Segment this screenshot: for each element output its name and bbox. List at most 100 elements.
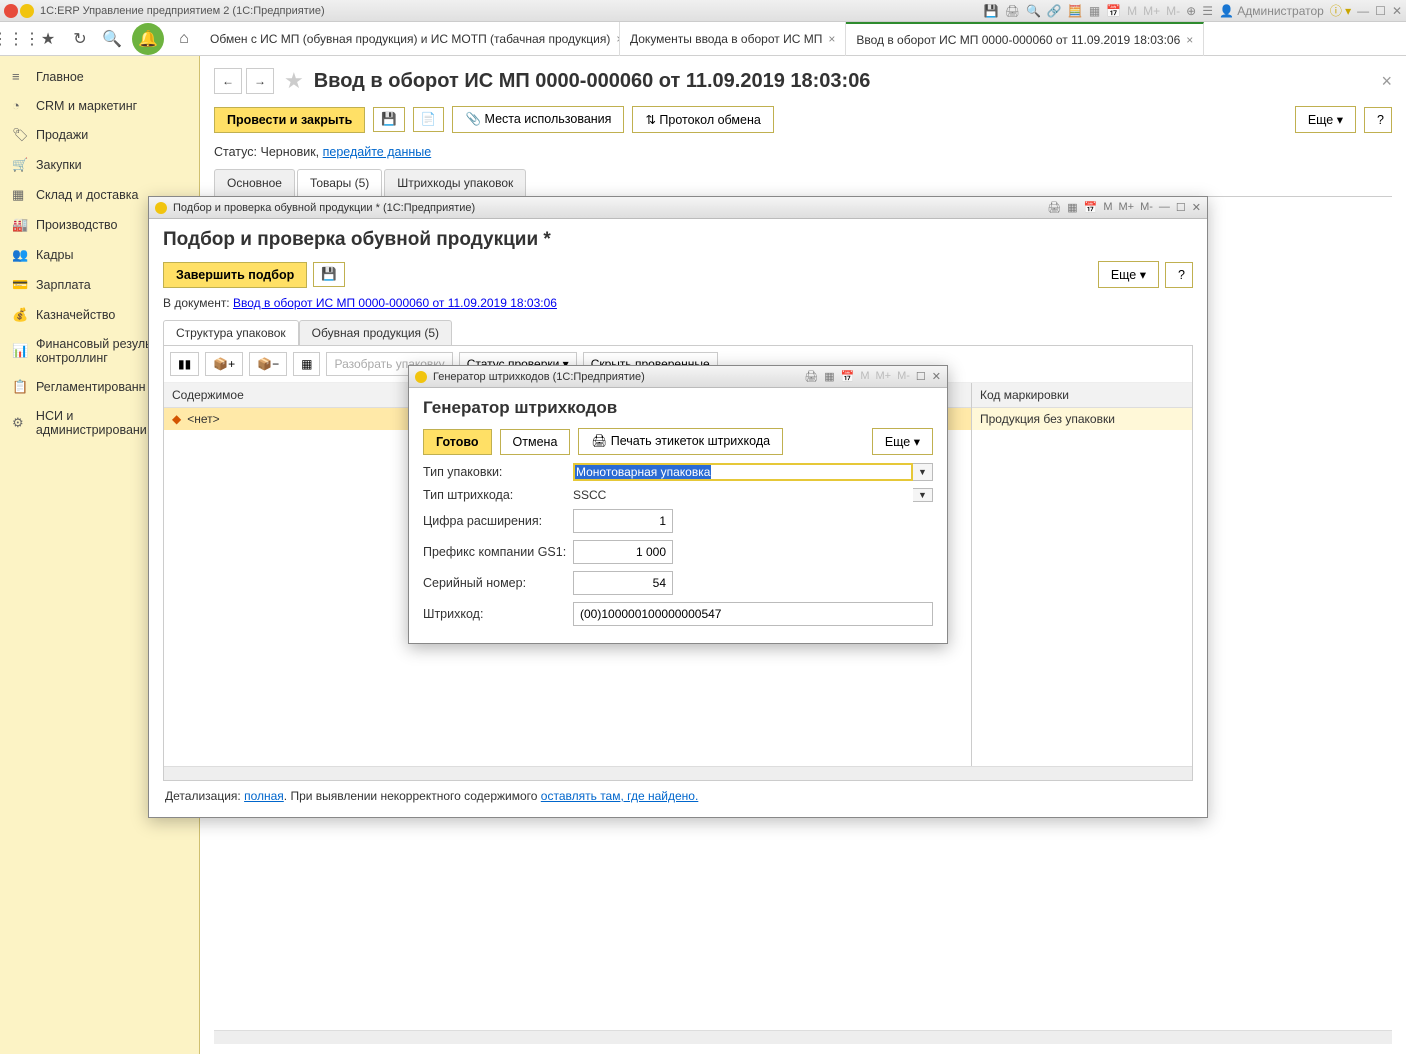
calendar-icon[interactable]: 📅 (1106, 4, 1121, 18)
maximize-icon[interactable]: ☐ (1375, 4, 1386, 18)
m-minus-icon[interactable]: M- (1166, 4, 1180, 18)
serial-input[interactable] (573, 571, 673, 595)
to-doc-link[interactable]: Ввод в оборот ИС МП 0000-000060 от 11.09… (233, 296, 557, 310)
print-icon[interactable]: 🖨 (1047, 201, 1061, 214)
picking-tab-structure[interactable]: Структура упаковок (163, 320, 299, 345)
detail-full-link[interactable]: полная (244, 789, 284, 803)
page-close-icon[interactable]: × (1381, 71, 1392, 92)
doc-tab-goods[interactable]: Товары (5) (297, 169, 382, 196)
more-button[interactable]: Еще ▾ (1295, 106, 1356, 133)
print-icon[interactable]: 🖨 (804, 370, 818, 383)
ext-digit-input[interactable] (573, 509, 673, 533)
picking-tab-shoes[interactable]: Обувная продукция (5) (299, 320, 452, 345)
nav-forward-button[interactable]: → (246, 68, 274, 94)
m-plus-icon[interactable]: M+ (875, 370, 891, 383)
tab-current[interactable]: Ввод в оборот ИС МП 0000-000060 от 11.09… (846, 22, 1204, 56)
apps-icon[interactable]: ⋮⋮⋮ (0, 23, 32, 55)
search-toolbar-icon[interactable]: 🔍 (96, 23, 128, 55)
dropdown-icon[interactable]: ▼ (913, 463, 933, 481)
print-icon[interactable]: 🖨 (1005, 4, 1020, 18)
m-plus-icon[interactable]: M+ (1143, 4, 1160, 18)
m-plus-icon[interactable]: M+ (1118, 201, 1134, 214)
app-titlebar: 1С:ERP Управление предприятием 2 (1С:Пре… (0, 0, 1406, 22)
user-label[interactable]: 👤 Администратор (1219, 4, 1324, 18)
cancel-button[interactable]: Отмена (500, 429, 571, 455)
table-icon[interactable]: ▦ (1067, 201, 1077, 214)
label-bc-type: Тип штрихкода: (423, 488, 573, 502)
close-icon[interactable]: ✕ (1392, 4, 1402, 18)
post-button[interactable]: 📄 (413, 107, 445, 132)
detail-keep-link[interactable]: оставлять там, где найдено. (541, 789, 699, 803)
tab-docs[interactable]: Документы ввода в оборот ИС МП× (620, 22, 846, 56)
table-icon[interactable]: ▦ (824, 370, 834, 383)
notifications-icon[interactable]: 🔔 (132, 23, 164, 55)
calendar-icon[interactable]: 📅 (841, 370, 855, 383)
tab-close-icon[interactable]: × (828, 32, 835, 46)
link-icon[interactable]: 🔗 (1047, 4, 1062, 18)
m-icon[interactable]: M (1127, 4, 1137, 18)
close-icon[interactable]: ✕ (932, 370, 941, 383)
history-icon[interactable]: ↻ (64, 23, 96, 55)
done-button[interactable]: Готово (423, 429, 492, 455)
tab-exchange[interactable]: Обмен с ИС МП (обувная продукция) и ИС М… (200, 22, 620, 56)
favorite-star-icon[interactable]: ★ (284, 68, 304, 94)
save-picking-button[interactable]: 💾 (313, 262, 345, 287)
picking-help-button[interactable]: ? (1165, 262, 1193, 288)
tab-close-icon[interactable]: × (1186, 33, 1193, 47)
remove-box-button[interactable]: 📦− (249, 352, 287, 376)
zoom-icon[interactable]: ⊕ (1186, 4, 1196, 18)
info-icon[interactable]: ⓘ ▾ (1330, 2, 1351, 19)
save-icon[interactable]: 💾 (984, 4, 999, 18)
generator-more-button[interactable]: Еще ▾ (872, 428, 933, 455)
doc-icon: 📋 (12, 379, 28, 395)
post-close-button[interactable]: Провести и закрыть (214, 107, 365, 133)
pack-type-select[interactable]: Монотоварная упаковка (573, 463, 913, 481)
picking-scrollbar[interactable] (164, 766, 1192, 780)
nav-back-button[interactable]: ← (214, 68, 242, 94)
maximize-icon[interactable]: ☐ (916, 370, 926, 383)
chart-icon: 📊 (12, 343, 28, 359)
barcode-scan-button[interactable]: ▮▮ (170, 352, 199, 376)
bc-type-select[interactable]: SSCC (573, 488, 913, 502)
sidebar-item-main[interactable]: ≡Главное (0, 62, 199, 91)
save-button[interactable]: 💾 (373, 107, 405, 132)
m-icon[interactable]: M (1103, 201, 1112, 214)
doc-tab-main[interactable]: Основное (214, 169, 295, 196)
dropdown-icon[interactable]: ▼ (913, 488, 933, 502)
grid-button[interactable]: ▦ (293, 352, 320, 376)
picking-titlebar[interactable]: Подбор и проверка обувной продукции * (1… (149, 197, 1207, 219)
finish-picking-button[interactable]: Завершить подбор (163, 262, 307, 288)
sidebar-item-purchase[interactable]: 🛒Закупки (0, 150, 199, 180)
sidebar-item-label: Зарплата (36, 278, 91, 292)
grid-row-unpacked[interactable]: Продукция без упаковки (972, 408, 1192, 430)
sidebar-item-sales[interactable]: 🏷Продажи (0, 120, 199, 150)
close-icon[interactable]: ✕ (1192, 201, 1201, 214)
home-icon[interactable]: ⌂ (168, 23, 200, 55)
usage-button[interactable]: 📎 Места использования (452, 106, 624, 133)
maximize-icon[interactable]: ☐ (1176, 201, 1186, 214)
star-icon[interactable]: ★ (32, 23, 64, 55)
list-icon[interactable]: ☰ (1202, 4, 1213, 18)
picking-more-button[interactable]: Еще ▾ (1098, 261, 1159, 288)
table-icon[interactable]: ▦ (1089, 4, 1100, 18)
print-labels-button[interactable]: 🖨 Печать этикеток штрихкода (578, 428, 783, 455)
m-minus-icon[interactable]: M- (1140, 201, 1153, 214)
doc-tab-barcodes[interactable]: Штрихкоды упаковок (384, 169, 526, 196)
help-button[interactable]: ? (1364, 107, 1392, 133)
content-scrollbar[interactable] (214, 1030, 1392, 1044)
search-icon[interactable]: 🔍 (1026, 4, 1041, 18)
minimize-icon[interactable]: — (1357, 4, 1369, 18)
m-icon[interactable]: M (860, 370, 869, 383)
status-link[interactable]: передайте данные (323, 145, 432, 159)
minimize-icon[interactable]: — (1159, 201, 1170, 214)
calc-icon[interactable]: 🧮 (1068, 4, 1083, 18)
sidebar-item-crm[interactable]: ◔CRM и маркетинг (0, 91, 199, 120)
m-minus-icon[interactable]: M- (897, 370, 910, 383)
generator-titlebar[interactable]: Генератор штрихкодов (1С:Предприятие) 🖨 … (409, 366, 947, 388)
add-box-button[interactable]: 📦+ (205, 352, 243, 376)
calendar-icon[interactable]: 📅 (1084, 201, 1098, 214)
gs1-prefix-input[interactable] (573, 540, 673, 564)
doc-tabs: Основное Товары (5) Штрихкоды упаковок (214, 169, 1392, 197)
barcode-input[interactable] (573, 602, 933, 626)
exchange-log-button[interactable]: ⇅ Протокол обмена (632, 106, 773, 133)
